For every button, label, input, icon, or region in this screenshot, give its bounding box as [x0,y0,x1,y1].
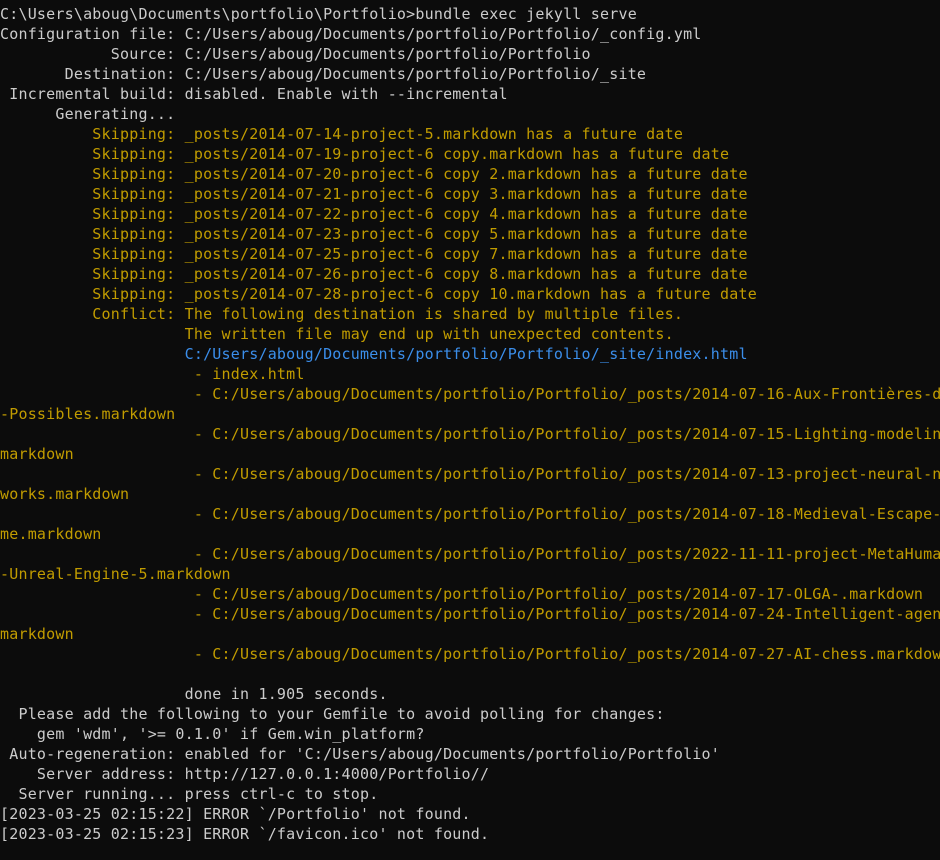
terminal-line: me.markdown [0,525,102,543]
terminal-line: - C:/Users/aboug/Documents/portfolio/Por… [0,465,940,483]
terminal-line: [2023-03-25 02:15:22] ERROR `/Portfolio'… [0,805,471,823]
terminal-line: Conflict: The following destination is s… [0,305,684,323]
terminal-line: Server running... press ctrl-c to stop. [0,785,379,803]
terminal-line: gem 'wdm', '>= 0.1.0' if Gem.win_platfor… [0,725,425,743]
terminal-line: Skipping: _posts/2014-07-14-project-5.ma… [0,125,684,143]
terminal-line: Destination: C:/Users/aboug/Documents/po… [0,65,647,83]
terminal-line: Auto-regeneration: enabled for 'C:/Users… [0,745,720,763]
terminal-line: Skipping: _posts/2014-07-20-project-6 co… [0,165,748,183]
terminal-line: -Unreal-Engine-5.markdown [0,565,231,583]
terminal-line: - C:/Users/aboug/Documents/portfolio/Por… [0,425,940,443]
terminal-line: - C:/Users/aboug/Documents/portfolio/Por… [0,545,940,563]
terminal-line: C:\Users\aboug\Documents\portfolio\Portf… [0,5,637,23]
terminal-line: markdown [0,445,74,463]
terminal-line: Skipping: _posts/2014-07-23-project-6 co… [0,225,748,243]
terminal-line: The written file may end up with unexpec… [0,325,674,343]
terminal-line: [2023-03-25 02:15:23] ERROR `/favicon.ic… [0,825,490,843]
terminal-line: Skipping: _posts/2014-07-22-project-6 co… [0,205,748,223]
terminal-line: Skipping: _posts/2014-07-28-project-6 co… [0,285,757,303]
terminal-line: Skipping: _posts/2014-07-25-project-6 co… [0,245,748,263]
terminal-line: works.markdown [0,485,130,503]
terminal-line: - C:/Users/aboug/Documents/portfolio/Por… [0,505,940,523]
terminal-line: - C:/Users/aboug/Documents/portfolio/Por… [0,605,940,623]
terminal-line: Please add the following to your Gemfile… [0,705,665,723]
terminal-line: Skipping: _posts/2014-07-19-project-6 co… [0,145,730,163]
terminal-line: Source: C:/Users/aboug/Documents/portfol… [0,45,591,63]
terminal-line: - C:/Users/aboug/Documents/portfolio/Por… [0,385,940,403]
terminal-line: Configuration file: C:/Users/aboug/Docum… [0,25,702,43]
terminal-line: Skipping: _posts/2014-07-26-project-6 co… [0,265,748,283]
terminal-line: - C:/Users/aboug/Documents/portfolio/Por… [0,585,924,603]
terminal-line: markdown [0,625,74,643]
terminal-output[interactable]: C:\Users\aboug\Documents\portfolio\Portf… [0,0,940,860]
terminal-line: - C:/Users/aboug/Documents/portfolio/Por… [0,645,940,663]
terminal-line: Server address: http://127.0.0.1:4000/Po… [0,765,490,783]
terminal-line: Generating... [0,105,176,123]
terminal-line: Incremental build: disabled. Enable with… [0,85,508,103]
terminal-line: Skipping: _posts/2014-07-21-project-6 co… [0,185,748,203]
terminal-line: C:/Users/aboug/Documents/portfolio/Portf… [0,345,748,363]
terminal-line: - index.html [0,365,305,383]
terminal-line: done in 1.905 seconds. [0,685,388,703]
terminal-line: -Possibles.markdown [0,405,176,423]
